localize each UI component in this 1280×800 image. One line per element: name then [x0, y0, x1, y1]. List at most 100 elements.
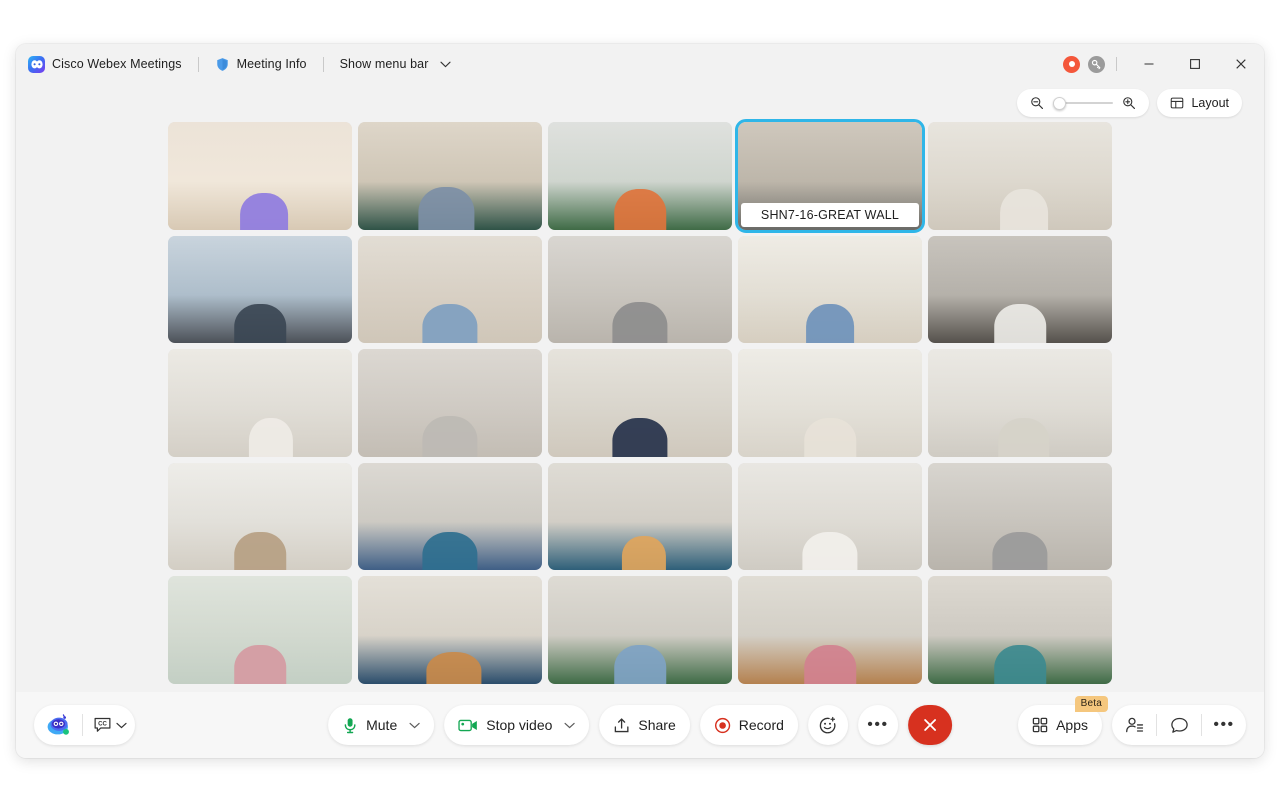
webex-logo-icon	[28, 55, 45, 73]
window-controls	[1063, 44, 1264, 84]
minimize-icon[interactable]	[1126, 44, 1172, 84]
zoom-slider-thumb[interactable]	[1053, 96, 1067, 110]
layout-label: Layout	[1191, 96, 1229, 110]
zoom-slider[interactable]	[1053, 96, 1114, 110]
participant-tile-12[interactable]	[358, 349, 542, 457]
layout-button[interactable]: Layout	[1157, 89, 1242, 117]
mute-button[interactable]: Mute	[328, 705, 435, 745]
video-grid: SHN7-16-GREAT WALL	[16, 119, 1264, 692]
chat-bubble-icon	[1170, 717, 1188, 733]
participant-tile-14[interactable]	[738, 349, 922, 457]
participant-silhouette	[994, 645, 1046, 684]
participants-button[interactable]	[1112, 705, 1156, 745]
toolbar-center-group: Mute Stop video Share Record •••	[328, 705, 952, 745]
zoom-out-icon[interactable]	[1030, 96, 1044, 110]
participant-silhouette	[994, 304, 1046, 344]
beta-badge: Beta	[1074, 696, 1108, 712]
participant-tile-9[interactable]	[738, 235, 922, 344]
participant-tile-17[interactable]	[358, 462, 542, 571]
meeting-stage: Layout SHN7-16-GREAT WALL CC Mute Stop v…	[16, 84, 1264, 758]
shield-icon	[216, 57, 228, 71]
leave-meeting-button[interactable]	[907, 705, 952, 745]
camera-icon	[458, 719, 477, 731]
toolbar-right-group: Beta Apps •••	[1018, 696, 1246, 745]
participant-tile-13[interactable]	[548, 349, 732, 457]
participant-tile-23[interactable]	[548, 576, 732, 684]
participant-silhouette	[248, 418, 294, 457]
participant-silhouette	[621, 535, 666, 571]
participant-tile-16[interactable]	[168, 462, 352, 571]
meeting-info-button[interactable]: Meeting Info	[215, 57, 307, 72]
reactions-button[interactable]	[807, 705, 848, 745]
meeting-toolbar: CC Mute Stop video Share Record ••• Beta…	[16, 692, 1264, 758]
participant-tile-6[interactable]	[168, 235, 352, 344]
key-icon[interactable]	[1088, 55, 1105, 73]
participant-tile-8[interactable]	[548, 235, 732, 344]
participant-tile-24[interactable]	[738, 576, 922, 684]
apps-grid-icon	[1032, 717, 1048, 733]
more-options-button[interactable]: •••	[857, 705, 898, 745]
share-button[interactable]: Share	[599, 705, 690, 745]
zoom-in-icon[interactable]	[1122, 96, 1136, 110]
right-more-button[interactable]: •••	[1202, 705, 1246, 745]
close-icon[interactable]	[1218, 44, 1264, 84]
mute-label: Mute	[366, 717, 398, 733]
assistant-captions-group: CC	[34, 705, 135, 745]
apps-button[interactable]: Beta Apps	[1018, 696, 1108, 745]
participants-icon	[1125, 717, 1143, 732]
record-button[interactable]: Record	[699, 705, 798, 745]
toolbar-left-group: CC	[34, 705, 135, 745]
participant-silhouette	[804, 418, 856, 457]
chevron-down-icon[interactable]	[409, 722, 420, 729]
share-screen-icon	[615, 717, 629, 732]
participant-tile-3[interactable]	[548, 122, 732, 230]
show-menu-bar-button[interactable]: Show menu bar	[340, 57, 452, 71]
participant-tile-22[interactable]	[358, 576, 542, 684]
active-speaker-label: SHN7-16-GREAT WALL	[741, 202, 919, 227]
participant-tile-20[interactable]	[928, 462, 1112, 571]
title-divider-2	[322, 56, 324, 72]
ai-assistant-icon[interactable]	[34, 705, 82, 745]
participant-tile-2[interactable]	[358, 122, 542, 230]
more-horizontal-icon: •••	[1213, 716, 1235, 733]
more-horizontal-icon: •••	[867, 716, 889, 733]
grid-layout-icon	[1171, 97, 1184, 109]
app-identity: Cisco Webex Meetings	[28, 55, 182, 73]
chat-button[interactable]	[1157, 705, 1201, 745]
participant-silhouette	[612, 302, 668, 344]
stop-video-button[interactable]: Stop video	[444, 705, 590, 745]
app-title: Cisco Webex Meetings	[52, 57, 182, 71]
participant-tile-15[interactable]	[928, 349, 1112, 457]
title-bar: Cisco Webex Meetings Meeting Info Show m…	[16, 44, 1264, 84]
title-divider-1	[197, 56, 199, 72]
participant-tile-1[interactable]	[168, 122, 352, 230]
zoom-control[interactable]	[1017, 89, 1150, 117]
participant-tile-18[interactable]	[548, 462, 732, 571]
participant-silhouette	[614, 645, 666, 684]
participant-silhouette	[992, 531, 1048, 571]
participant-silhouette	[804, 645, 856, 684]
participant-silhouette	[802, 531, 858, 571]
participant-tile-5[interactable]	[928, 122, 1112, 230]
participant-silhouette	[997, 418, 1050, 457]
participant-tile-11[interactable]	[168, 349, 352, 457]
chevron-down-icon	[116, 722, 127, 728]
participant-tile-19[interactable]	[738, 462, 922, 571]
share-label: Share	[638, 717, 676, 733]
chevron-down-icon[interactable]	[564, 722, 575, 729]
participant-silhouette	[422, 415, 478, 457]
participant-tile-10[interactable]	[928, 235, 1112, 344]
participant-tile-7[interactable]	[358, 235, 542, 344]
maximize-icon[interactable]	[1172, 44, 1218, 84]
record-label: Record	[738, 717, 784, 733]
participant-tile-25[interactable]	[928, 576, 1112, 684]
microphone-icon	[344, 717, 356, 733]
participant-silhouette	[614, 188, 666, 230]
closed-captions-button[interactable]: CC	[83, 705, 135, 745]
webex-meetings-window: Cisco Webex Meetings Meeting Info Show m…	[16, 44, 1264, 758]
participant-silhouette	[418, 186, 474, 230]
participant-tile-4[interactable]: SHN7-16-GREAT WALL	[735, 119, 925, 233]
participant-tile-21[interactable]	[168, 576, 352, 684]
window-controls-divider	[1116, 57, 1117, 71]
recording-indicator-icon[interactable]	[1063, 55, 1080, 73]
